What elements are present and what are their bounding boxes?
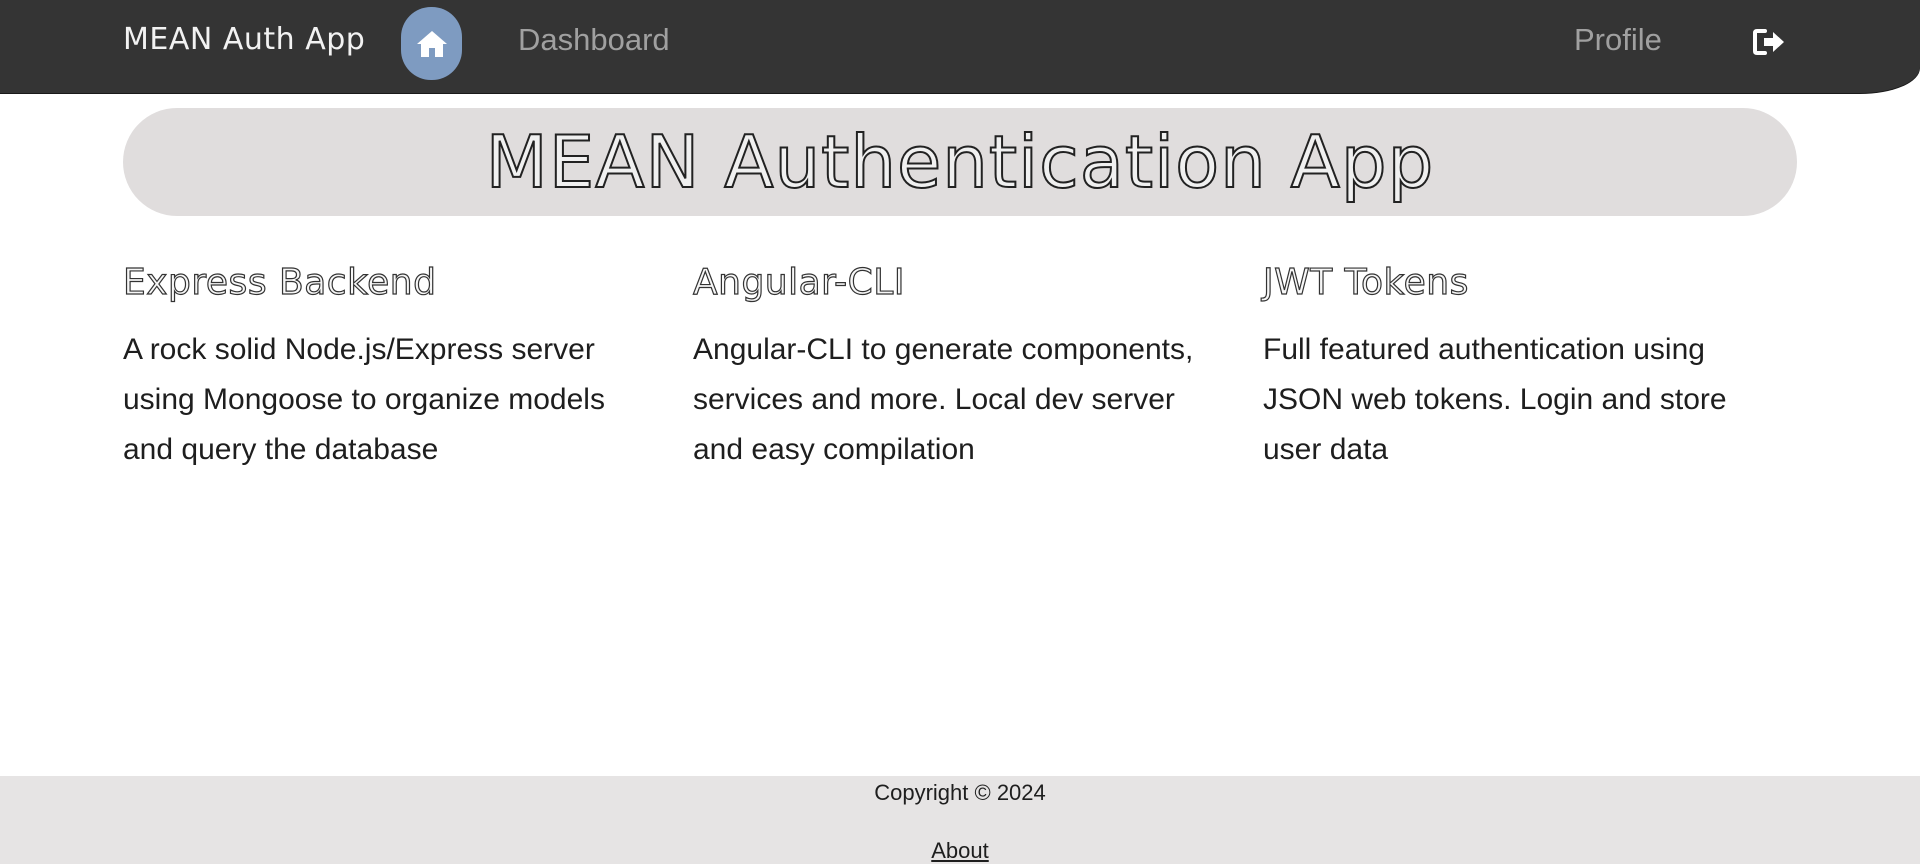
top-navbar: MEAN Auth App Dashboard Profile (0, 0, 1920, 93)
sign-out-icon (1753, 29, 1784, 55)
feature-title: Express Backend (122, 261, 437, 303)
feature-column-jwt: JWT Tokens Full featured authentication … (1262, 261, 1793, 475)
feature-title: JWT Tokens (1262, 261, 1469, 303)
feature-description: A rock solid Node.js/Express server usin… (123, 333, 605, 466)
home-icon (416, 30, 447, 57)
page-footer: Copyright © 2024 About (0, 776, 1920, 864)
feature-column-express: Express Backend A rock solid Node.js/Exp… (122, 261, 653, 475)
feature-column-angular: Angular-CLI Angular-CLI to generate comp… (692, 261, 1223, 475)
feature-title: Angular-CLI (692, 261, 905, 303)
logout-button[interactable] (1749, 24, 1789, 60)
about-link[interactable]: About (0, 838, 1920, 864)
nav-link-dashboard[interactable]: Dashboard (518, 22, 670, 58)
feature-description: Full featured authentication using JSON … (1263, 333, 1727, 466)
hero-title: MEAN Authentication App (485, 119, 1435, 205)
brand-link[interactable]: MEAN Auth App (123, 22, 365, 57)
nav-link-profile[interactable]: Profile (1574, 22, 1662, 58)
hero-banner: MEAN Authentication App (123, 108, 1797, 216)
copyright-text: Copyright © 2024 (874, 780, 1046, 805)
feature-description: Angular-CLI to generate components, serv… (693, 333, 1194, 466)
home-button[interactable] (401, 7, 462, 80)
